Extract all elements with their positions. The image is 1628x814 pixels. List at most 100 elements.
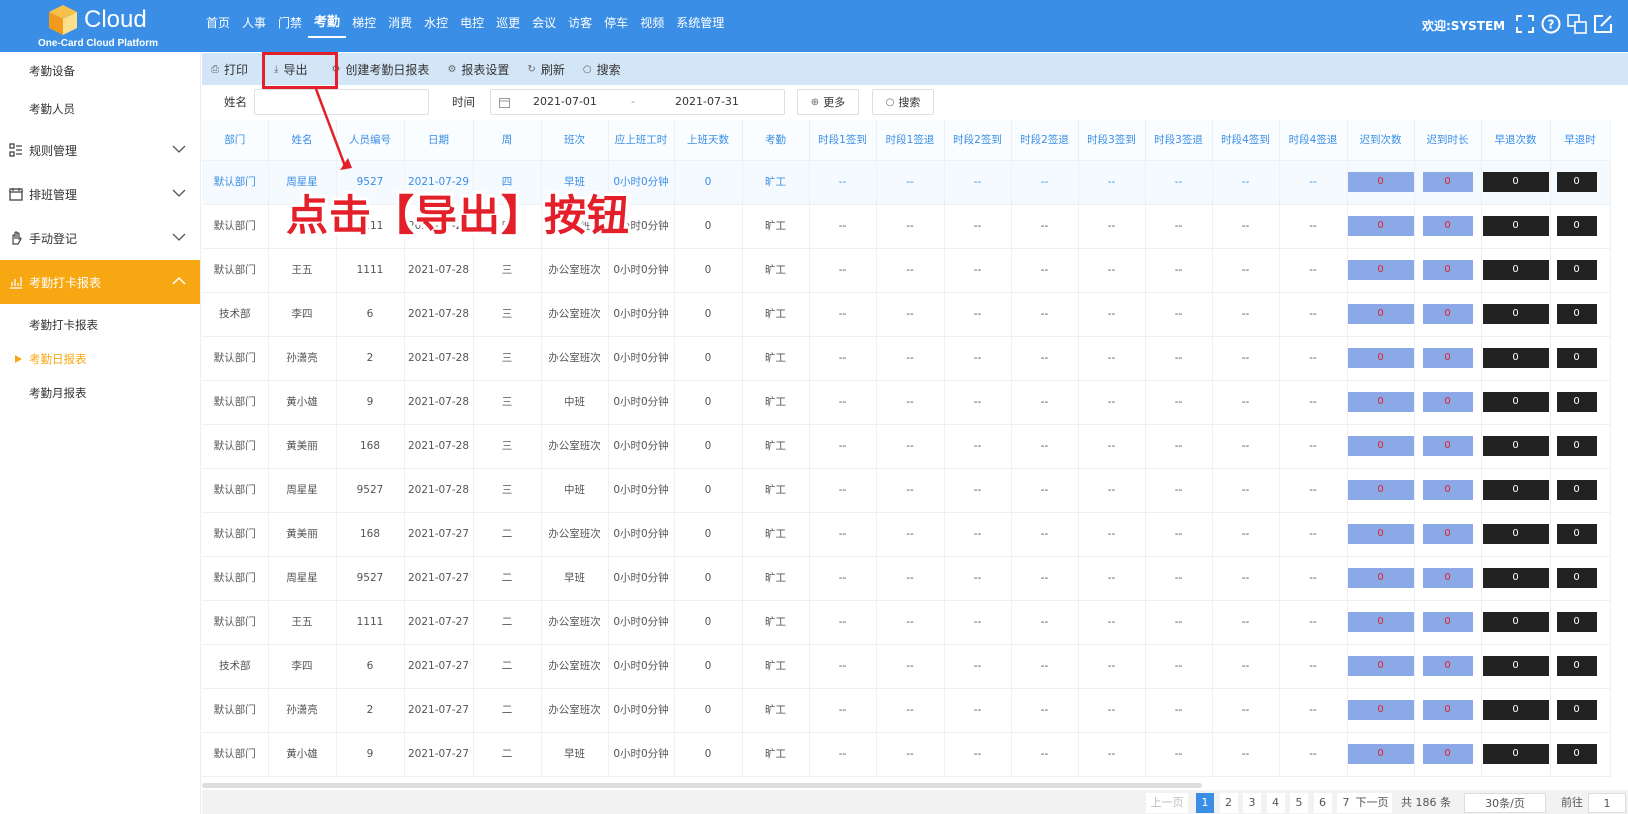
- fullscreen-icon[interactable]: [1514, 13, 1536, 35]
- column-header[interactable]: 时段2签退: [1011, 120, 1079, 161]
- cell-status: 旷工: [742, 380, 810, 425]
- page-size-select[interactable]: 30条/页: [1464, 793, 1546, 813]
- horizontal-scrollbar[interactable]: [202, 783, 1202, 788]
- cell-wk: 三: [473, 468, 542, 513]
- page-number[interactable]: 1: [1196, 793, 1214, 813]
- report-settings-button[interactable]: ⚙ 报表设置: [438, 53, 518, 85]
- table-row[interactable]: 默认部门 孙潇亮 2 2021-07-28 三办公室班次 0小时0分钟 0 旷工 -- -- -- -…: [202, 336, 1611, 381]
- nav-item-1[interactable]: 人事: [236, 0, 272, 52]
- cell-days: 0: [674, 732, 743, 777]
- column-header[interactable]: 应上班工时: [608, 120, 675, 161]
- nav-item-11[interactable]: 停车: [598, 0, 634, 52]
- page-number[interactable]: 3: [1243, 793, 1261, 813]
- column-header[interactable]: 周: [473, 120, 542, 161]
- language-icon[interactable]: [1566, 13, 1588, 35]
- edit-icon[interactable]: [1592, 13, 1614, 35]
- column-header[interactable]: 时段3签退: [1145, 120, 1213, 161]
- column-header[interactable]: 时段1签退: [876, 120, 945, 161]
- table-row[interactable]: 默认部门 周星星 9527 2021-07-27 二早班 0小时0分钟 0 旷工 -- -- -- -…: [202, 556, 1611, 601]
- cell-id: 1111: [336, 600, 405, 645]
- help-icon[interactable]: ?: [1540, 13, 1562, 35]
- print-button[interactable]: ⎙ 打印: [202, 53, 257, 85]
- export-button[interactable]: ⤓ 导出: [265, 53, 316, 85]
- column-header[interactable]: 时段2签到: [944, 120, 1012, 161]
- column-header[interactable]: 上班天数: [674, 120, 743, 161]
- refresh-button[interactable]: ↻ 刷新: [518, 53, 573, 85]
- page-number[interactable]: 5: [1290, 793, 1308, 813]
- nav-item-6[interactable]: 水控: [418, 0, 454, 52]
- create-daily-report-button[interactable]: ⚙ 创建考勤日报表: [322, 53, 438, 85]
- column-header[interactable]: 时段1签到: [809, 120, 877, 161]
- cell-period: --: [1078, 600, 1146, 645]
- column-header[interactable]: 迟到次数: [1347, 120, 1415, 161]
- goto-input[interactable]: 1: [1588, 793, 1626, 813]
- next-page-button[interactable]: 下一页: [1352, 793, 1392, 813]
- table-row[interactable]: 默认部门 孙潇亮 2 2021-07-27 二办公室班次 0小时0分钟 0 旷工 -- -- -- -…: [202, 688, 1611, 733]
- cell-name: 黄美丽: [268, 512, 337, 557]
- nav-item-0[interactable]: 首页: [200, 0, 236, 52]
- table-row[interactable]: 默认部门 周星星 9527 2021-07-28 三中班 0小时0分钟 0 旷工 -- -- -- -…: [202, 468, 1611, 513]
- sidebar-group-schedule[interactable]: 排班管理: [0, 172, 200, 216]
- column-header[interactable]: 时段4签到: [1212, 120, 1280, 161]
- nav-item-2[interactable]: 门禁: [272, 0, 308, 52]
- nav-item-5[interactable]: 消费: [382, 0, 418, 52]
- search-button[interactable]: ○ 搜索: [872, 89, 934, 115]
- column-header[interactable]: 早退时: [1550, 120, 1611, 161]
- table-row[interactable]: 默认部门 黄美丽 168 2021-07-27 二办公室班次 0小时0分钟 0 旷工 -- -- -…: [202, 512, 1611, 557]
- column-header[interactable]: 时段4签退: [1279, 120, 1348, 161]
- cell-shift: 办公室班次: [541, 600, 609, 645]
- more-button[interactable]: ⊕ 更多: [797, 89, 859, 115]
- page-number[interactable]: 6: [1313, 793, 1332, 813]
- chevron-down-icon: [172, 189, 186, 197]
- column-header[interactable]: 考勤: [742, 120, 810, 161]
- nav-item-12[interactable]: 视频: [634, 0, 670, 52]
- nav-item-8[interactable]: 巡更: [490, 0, 526, 52]
- late-count-value: 0: [1347, 744, 1414, 764]
- cell-early-duration: 0: [1550, 644, 1611, 689]
- nav-item-13[interactable]: 系统管理: [670, 0, 730, 52]
- sidebar-item-attendance-device[interactable]: 考勤设备: [0, 52, 200, 90]
- sidebar-item-monthly-report[interactable]: 考勤月报表: [0, 376, 200, 410]
- table-row[interactable]: 默认部门 黄小雄 9 2021-07-28 三中班 0小时0分钟 0 旷工 -- -- -- -- --…: [202, 380, 1611, 425]
- refresh-icon: ↻: [527, 63, 536, 75]
- nav-item-7[interactable]: 电控: [454, 0, 490, 52]
- sidebar-item-attendance-staff[interactable]: 考勤人员: [0, 90, 200, 128]
- cell-period: --: [876, 336, 945, 381]
- column-header[interactable]: 迟到时长: [1414, 120, 1482, 161]
- table-row[interactable]: 默认部门 王五 1111 2021-07-27 二办公室班次 0小时0分钟 0 旷工 -- -- -…: [202, 600, 1611, 645]
- column-header[interactable]: 日期: [404, 120, 474, 161]
- cell-days: 0: [674, 204, 743, 249]
- nav-item-10[interactable]: 访客: [562, 0, 598, 52]
- sidebar-group-clock-report[interactable]: 考勤打卡报表: [0, 260, 200, 304]
- column-header[interactable]: 时段3签到: [1078, 120, 1146, 161]
- cell-period: --: [944, 468, 1012, 513]
- sidebar-item-clock-report[interactable]: 考勤打卡报表: [0, 308, 200, 342]
- name-input[interactable]: [254, 89, 429, 115]
- table-row[interactable]: 技术部 李四 6 2021-07-27 二办公室班次 0小时0分钟 0 旷工 -- -- -- -- -…: [202, 644, 1611, 689]
- table-row[interactable]: 技术部 李四 6 2021-07-28 三办公室班次 0小时0分钟 0 旷工 -- -- -- -- -…: [202, 292, 1611, 337]
- column-header[interactable]: 人员编号: [336, 120, 405, 161]
- export-label: 导出: [283, 62, 308, 77]
- sidebar-group-rules[interactable]: 规则管理: [0, 128, 200, 172]
- page-number[interactable]: 2: [1219, 793, 1238, 813]
- column-header[interactable]: 部门: [202, 120, 269, 161]
- toolbar-search-button[interactable]: ○ 搜索: [574, 53, 630, 85]
- sidebar-group-manual[interactable]: 手动登记: [0, 216, 200, 260]
- table-row[interactable]: 默认部门 王五 1111 2021-07-28 三办公室班次 0小时0分钟 0 旷工 -- -- -…: [202, 248, 1611, 293]
- sidebar-item-daily-report[interactable]: 考勤日报表: [0, 342, 200, 376]
- column-header[interactable]: 早退次数: [1481, 120, 1551, 161]
- nav-item-9[interactable]: 会议: [526, 0, 562, 52]
- cell-hours: 0小时0分钟: [608, 732, 675, 777]
- cell-wk: 二: [473, 688, 542, 733]
- cell-date: 2021-07-28: [404, 468, 474, 513]
- column-header[interactable]: 姓名: [268, 120, 337, 161]
- prev-page-button[interactable]: 上一页: [1146, 793, 1188, 813]
- table-row[interactable]: 默认部门 黄美丽 168 2021-07-28 三办公室班次 0小时0分钟 0 旷工 -- -- -…: [202, 424, 1611, 469]
- nav-item-3[interactable]: 考勤: [308, 0, 347, 38]
- page-number[interactable]: 4: [1266, 793, 1285, 813]
- cell-late-count: 0: [1347, 292, 1415, 337]
- table-row[interactable]: 默认部门 黄小雄 9 2021-07-27 二早班 0小时0分钟 0 旷工 -- -- -- -- --…: [202, 732, 1611, 777]
- date-range-picker[interactable]: 2021-07-01 - 2021-07-31: [490, 89, 785, 115]
- column-header[interactable]: 班次: [541, 120, 609, 161]
- nav-item-4[interactable]: 梯控: [346, 0, 382, 52]
